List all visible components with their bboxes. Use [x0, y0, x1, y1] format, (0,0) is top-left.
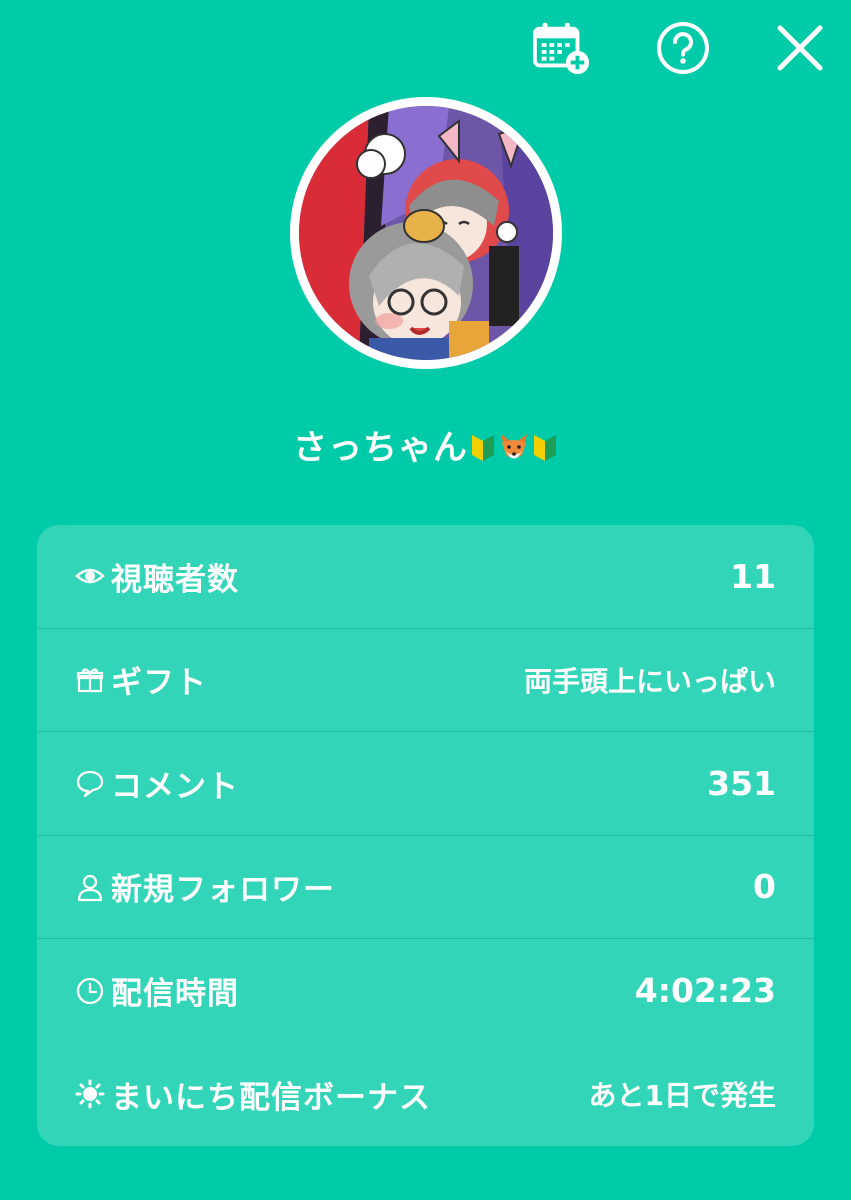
help-icon — [657, 22, 709, 74]
stat-label: 新規フォロワー — [111, 872, 335, 909]
beginner-mark-icon — [472, 435, 494, 461]
help-button[interactable] — [653, 18, 713, 78]
stat-row-comments: コメント 351 — [37, 732, 814, 836]
stat-value: 11 — [730, 556, 776, 596]
beginner-mark-icon — [534, 435, 556, 461]
stat-label: 配信時間 — [111, 976, 239, 1013]
calendar-add-button[interactable] — [532, 18, 592, 78]
close-icon — [777, 25, 823, 71]
stat-row-daily-bonus: まいにち配信ボーナス あと1日で発生 — [37, 1043, 814, 1147]
top-bar — [0, 0, 851, 100]
stat-row-new-followers: 新規フォロワー 0 — [37, 836, 814, 939]
stat-label: ギフト — [111, 665, 207, 702]
stat-label: まいにち配信ボーナス — [111, 1079, 431, 1116]
stat-label: 視聴者数 — [111, 561, 239, 598]
person-icon — [75, 872, 105, 902]
username: さっちゃん — [0, 420, 851, 469]
avatar[interactable] — [290, 97, 562, 369]
username-text: さっちゃん — [293, 428, 468, 468]
stat-row-viewers: 視聴者数 11 — [37, 525, 814, 629]
stat-label: コメント — [111, 768, 239, 805]
avatar-image — [299, 106, 553, 360]
stats-card: 視聴者数 11 ギフト 両手頭上にいっぱい コメント 351 新規フォロワー 0… — [37, 525, 814, 1146]
eye-icon — [75, 561, 105, 591]
comment-icon — [75, 768, 105, 798]
stat-row-duration: 配信時間 4:02:23 — [37, 939, 814, 1043]
stat-row-gift: ギフト 両手頭上にいっぱい — [37, 629, 814, 732]
sun-icon — [75, 1079, 105, 1109]
stat-value: 0 — [753, 867, 776, 907]
close-button[interactable] — [770, 18, 830, 78]
stat-value: あと1日で発生 — [588, 1079, 776, 1113]
calendar-add-icon — [532, 22, 590, 75]
gift-icon — [75, 665, 105, 695]
fox-face-icon — [501, 434, 527, 459]
stat-value: 両手頭上にいっぱい — [523, 664, 776, 698]
stat-value: 4:02:23 — [634, 971, 776, 1011]
username-emojis — [470, 431, 558, 463]
stat-value: 351 — [707, 763, 776, 803]
clock-icon — [75, 976, 105, 1006]
